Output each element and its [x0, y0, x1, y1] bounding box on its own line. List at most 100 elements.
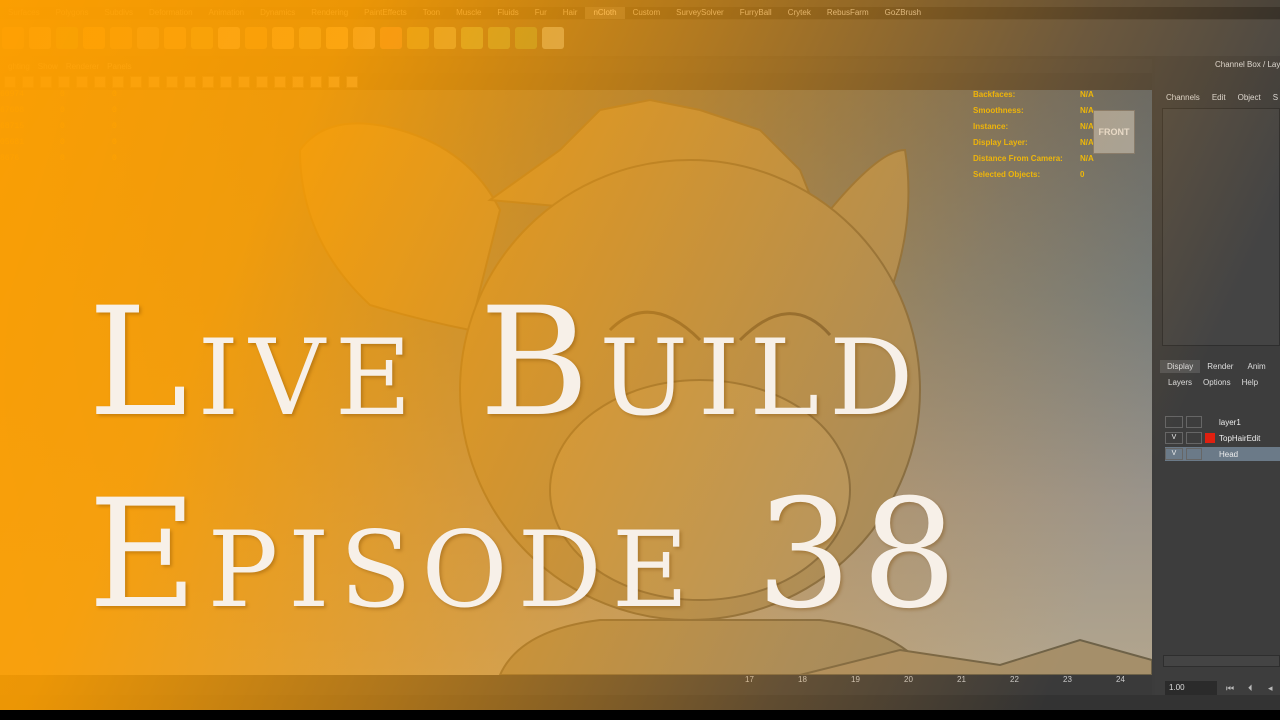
current-time-field[interactable]: 1.00: [1165, 681, 1217, 695]
shelf-tool-icon[interactable]: [137, 27, 159, 49]
menu-options[interactable]: Options: [1203, 378, 1231, 387]
viewport-tool-icon[interactable]: [112, 75, 124, 88]
shelf-tab-rendering[interactable]: Rendering: [303, 7, 356, 19]
shelf-tool-icon[interactable]: [353, 27, 375, 49]
viewport-tool-icon[interactable]: [220, 75, 232, 88]
shelf-tab-subdivs[interactable]: Subdivs: [97, 7, 141, 19]
shelf-tool-icon[interactable]: [434, 27, 456, 49]
step-back-key-icon[interactable]: ⏴: [1248, 683, 1253, 694]
layer-row-tophairedit[interactable]: V TopHairEdit: [1165, 431, 1280, 445]
shelf-tool-icon[interactable]: [380, 27, 402, 49]
menu-edit[interactable]: Edit: [1212, 93, 1226, 102]
shelf-tab-crytek[interactable]: Crytek: [780, 7, 819, 19]
layer-type-toggle[interactable]: [1186, 432, 1202, 444]
shelf-tab-animation[interactable]: Animation: [201, 7, 253, 19]
menu-panels[interactable]: Panels: [107, 62, 131, 71]
layer-visibility-toggle[interactable]: V: [1165, 432, 1183, 444]
shelf-tab-fluids[interactable]: Fluids: [489, 7, 526, 19]
shelf-tool-icon[interactable]: [29, 27, 51, 49]
viewport-tool-icon[interactable]: [58, 75, 70, 88]
viewport-tool-icon[interactable]: [166, 75, 178, 88]
step-back-frame-icon[interactable]: ◂: [1268, 683, 1273, 694]
shelf-tab-fur[interactable]: Fur: [527, 7, 555, 19]
viewport-tool-icon[interactable]: [346, 75, 358, 88]
viewport-tool-icon[interactable]: [274, 75, 286, 88]
channel-box-title: Channel Box / Laye: [1215, 60, 1280, 69]
tab-render[interactable]: Render: [1200, 360, 1240, 373]
shelf-tab-muscle[interactable]: Muscle: [448, 7, 489, 19]
shelf-tool-icon[interactable]: [56, 27, 78, 49]
shelf-tab-custom[interactable]: Custom: [625, 7, 669, 19]
shelf-tool-icon[interactable]: [2, 27, 24, 49]
timeline-tick-label: 24: [1116, 675, 1125, 684]
shelf-tab-dynamics[interactable]: Dynamics: [252, 7, 303, 19]
shelf-tool-icon[interactable]: [542, 27, 564, 49]
layer-scrollbar[interactable]: [1163, 655, 1280, 667]
shelf-tool-icon[interactable]: [245, 27, 267, 49]
shelf-tab-deformation[interactable]: Deformation: [141, 7, 201, 19]
menu-lighting[interactable]: ghting: [8, 62, 30, 71]
layer-visibility-toggle[interactable]: [1165, 416, 1183, 428]
viewport-tool-icon[interactable]: [238, 75, 250, 88]
layer-color-swatch[interactable]: [1205, 449, 1215, 459]
tab-anim[interactable]: Anim: [1240, 360, 1272, 373]
shelf-tool-icon[interactable]: [515, 27, 537, 49]
menu-layers[interactable]: Layers: [1168, 378, 1192, 387]
layer-row-layer1[interactable]: layer1: [1165, 415, 1280, 429]
layer-visibility-toggle[interactable]: V: [1165, 448, 1183, 460]
shelf-tool-icon[interactable]: [407, 27, 429, 49]
viewport-tool-icon[interactable]: [76, 75, 88, 88]
viewport-tool-icon[interactable]: [310, 75, 322, 88]
viewport-tool-icon[interactable]: [94, 75, 106, 88]
shelf-tab-furryball[interactable]: FurryBall: [732, 7, 780, 19]
viewport-tool-icon[interactable]: [148, 75, 160, 88]
time-slider[interactable]: 17 18 19 20 21 22 23 24: [0, 675, 1152, 695]
layer-editor-tabs: Display Render Anim: [1160, 360, 1273, 373]
shelf-tab-surfaces[interactable]: Surfaces: [0, 7, 48, 19]
shelf-tool-icon[interactable]: [164, 27, 186, 49]
shelf-tool-icon[interactable]: [272, 27, 294, 49]
range-slider[interactable]: [0, 695, 1280, 710]
shelf-tool-icon[interactable]: [461, 27, 483, 49]
menu-channels[interactable]: Channels: [1166, 93, 1200, 102]
viewport-tool-icon[interactable]: [22, 75, 34, 88]
viewport-tool-icon[interactable]: [130, 75, 142, 88]
shelf-tab-painteffects[interactable]: PaintEffects: [356, 7, 415, 19]
go-to-start-icon[interactable]: ⏮: [1226, 683, 1234, 694]
viewcube-front[interactable]: FRONT: [1093, 110, 1135, 154]
layer-type-toggle[interactable]: [1186, 448, 1202, 460]
menu-object[interactable]: Object: [1238, 93, 1261, 102]
menu-show[interactable]: Show: [38, 62, 58, 71]
shelf-tool-icon[interactable]: [218, 27, 240, 49]
menu-renderer[interactable]: Renderer: [66, 62, 99, 71]
shelf-tab-surveysolver[interactable]: SurveySolver: [668, 7, 732, 19]
layer-type-toggle[interactable]: [1186, 416, 1202, 428]
menu-help[interactable]: Help: [1242, 378, 1258, 387]
tab-display[interactable]: Display: [1160, 360, 1201, 373]
layer-row-head[interactable]: V Head: [1165, 447, 1280, 461]
viewport-tool-icon[interactable]: [328, 75, 340, 88]
shelf-tool-icon[interactable]: [110, 27, 132, 49]
menu-show-short[interactable]: S: [1273, 93, 1278, 102]
timeline-tick-label: 18: [798, 675, 807, 684]
channel-box-area[interactable]: [1162, 108, 1280, 346]
viewport-tool-icon[interactable]: [256, 75, 268, 88]
shelf-tool-icon[interactable]: [299, 27, 321, 49]
shelf-tab-gozbrush[interactable]: GoZBrush: [877, 7, 929, 19]
viewport-tool-icon[interactable]: [4, 75, 16, 88]
viewport-tool-icon[interactable]: [40, 75, 52, 88]
shelf-tool-icon[interactable]: [83, 27, 105, 49]
shelf-tab-rebusfarm[interactable]: RebusFarm: [819, 7, 877, 19]
shelf-tab-polygons[interactable]: Polygons: [48, 7, 97, 19]
layer-color-swatch[interactable]: [1205, 433, 1215, 443]
viewport-tool-icon[interactable]: [292, 75, 304, 88]
shelf-tool-icon[interactable]: [326, 27, 348, 49]
shelf-tab-ncloth[interactable]: nCloth: [585, 7, 625, 19]
shelf-tool-icon[interactable]: [191, 27, 213, 49]
viewport-tool-icon[interactable]: [202, 75, 214, 88]
shelf-tool-icon[interactable]: [488, 27, 510, 49]
shelf-tab-toon[interactable]: Toon: [415, 7, 448, 19]
viewport-tool-icon[interactable]: [184, 75, 196, 88]
shelf-tab-hair[interactable]: Hair: [555, 7, 586, 19]
layer-color-swatch[interactable]: [1205, 417, 1215, 427]
